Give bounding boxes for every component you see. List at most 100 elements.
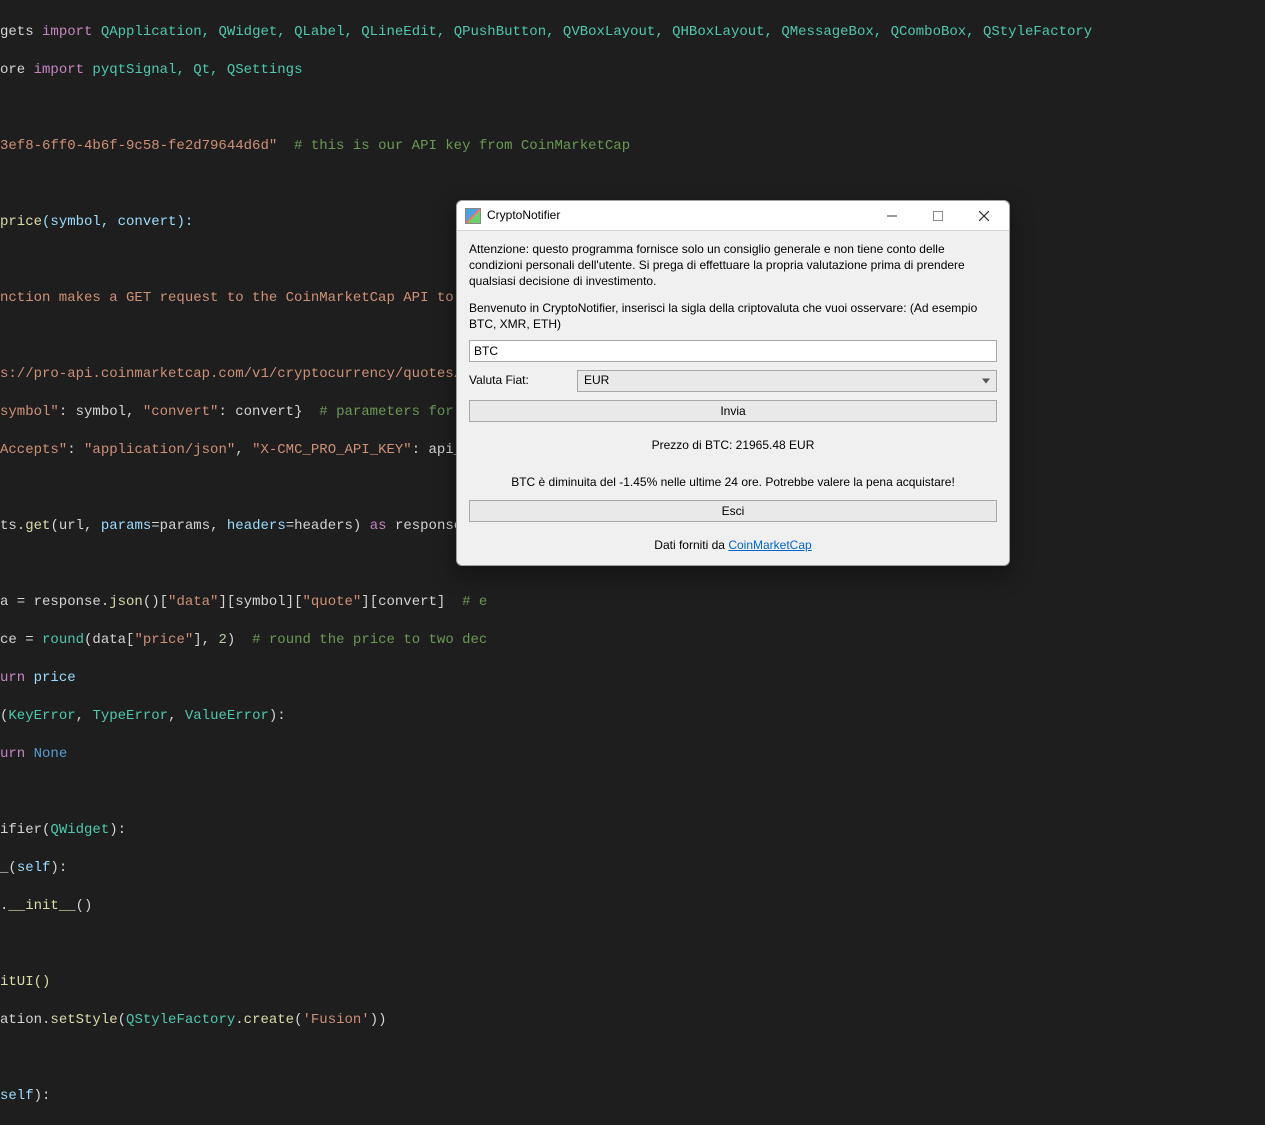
- code-text: =headers): [286, 518, 370, 534]
- code-text: ):: [34, 1088, 51, 1104]
- code-method: create: [244, 1012, 294, 1028]
- code-string: 'Fusion': [303, 1012, 370, 1028]
- code-text: ][symbol][: [218, 594, 302, 610]
- minimize-icon: [887, 211, 897, 221]
- code-text: (data[: [84, 632, 134, 648]
- coinmarketcap-link[interactable]: CoinMarketCap: [728, 538, 811, 552]
- code-string: "price": [134, 632, 193, 648]
- code-class: QStyleFactory: [126, 1012, 235, 1028]
- code-text: pyqtSignal, Qt, QSettings: [84, 62, 302, 78]
- code-text: .: [235, 1012, 243, 1028]
- code-param: headers: [227, 518, 286, 534]
- chevron-down-icon: [982, 378, 990, 383]
- code-text: a = response.: [0, 594, 109, 610]
- footer-prefix: Dati forniti da: [654, 538, 728, 552]
- code-text: )): [370, 1012, 387, 1028]
- fiat-label: Valuta Fiat:: [469, 371, 577, 390]
- code-text: ore: [0, 62, 34, 78]
- code-var: price: [34, 670, 76, 686]
- code-class: QWidget: [50, 822, 109, 838]
- app-icon: [465, 208, 481, 224]
- crypto-notifier-dialog: CryptoNotifier Attenzione: questo progra…: [456, 200, 1010, 566]
- code-text: :: [67, 442, 84, 458]
- code-text: ],: [193, 632, 218, 648]
- code-text: (): [76, 898, 93, 914]
- code-builtin: round: [42, 632, 84, 648]
- code-string: "application/json": [84, 442, 235, 458]
- code-const: None: [34, 746, 68, 762]
- code-builtin: TypeError: [92, 708, 168, 724]
- code-text: : symbol,: [59, 404, 143, 420]
- code-comment: # e: [445, 594, 487, 610]
- exit-button[interactable]: Esci: [469, 500, 997, 522]
- code-keyword: import: [42, 24, 92, 40]
- code-text: ):: [109, 822, 126, 838]
- code-text: QApplication, QWidget, QLabel, QLineEdit…: [92, 24, 1092, 40]
- code-text: ation.: [0, 1012, 50, 1028]
- code-string: 3ef8-6ff0-4b6f-9c58-fe2d79644d6d": [0, 138, 277, 154]
- footer-text: Dati forniti da CoinMarketCap: [469, 536, 997, 555]
- code-method: setStyle: [50, 1012, 117, 1028]
- code-param: params: [101, 518, 151, 534]
- code-comment: # this is our API key from CoinMarketCap: [277, 138, 630, 154]
- fiat-select[interactable]: EUR: [577, 370, 997, 392]
- code-number: 2: [218, 632, 226, 648]
- code-string: "quote": [302, 594, 361, 610]
- dialog-titlebar[interactable]: CryptoNotifier: [457, 201, 1009, 231]
- maximize-icon: [933, 211, 943, 221]
- code-keyword: urn: [0, 746, 34, 762]
- price-text: Prezzo di BTC: 21965.48 EUR: [469, 436, 997, 455]
- code-self: self: [0, 1088, 34, 1104]
- code-builtin: ValueError: [185, 708, 269, 724]
- code-text: gets: [0, 24, 42, 40]
- code-text: ):: [269, 708, 286, 724]
- code-text: ce =: [0, 632, 42, 648]
- code-text: (: [118, 1012, 126, 1028]
- code-text: .: [0, 898, 8, 914]
- code-method: itUI(): [0, 974, 50, 990]
- close-icon: [979, 211, 989, 221]
- code-text: ,: [235, 442, 252, 458]
- maximize-button[interactable]: [915, 201, 961, 231]
- code-string: symbol": [0, 404, 59, 420]
- code-params: (symbol, convert):: [42, 214, 193, 230]
- code-comment: # round the price to two dec: [235, 632, 487, 648]
- minimize-button[interactable]: [869, 201, 915, 231]
- warning-text: Attenzione: questo programma fornisce so…: [469, 241, 997, 290]
- code-text: ()[: [143, 594, 168, 610]
- code-builtin: KeyError: [8, 708, 75, 724]
- code-method: json: [109, 594, 143, 610]
- code-text: ][convert]: [361, 594, 445, 610]
- code-text: ifier(: [0, 822, 50, 838]
- close-button[interactable]: [961, 201, 1007, 231]
- code-keyword: urn: [0, 670, 34, 686]
- code-text: ):: [50, 860, 67, 876]
- fiat-select-value: EUR: [584, 371, 609, 390]
- code-method: get: [25, 518, 50, 534]
- code-func: price: [0, 214, 42, 230]
- dialog-title: CryptoNotifier: [487, 206, 869, 225]
- welcome-text: Benvenuto in CryptoNotifier, inserisci l…: [469, 300, 997, 332]
- code-self: self: [17, 860, 51, 876]
- code-text: ,: [76, 708, 93, 724]
- code-text: (url,: [50, 518, 100, 534]
- symbol-input[interactable]: [469, 340, 997, 362]
- code-keyword: import: [34, 62, 84, 78]
- code-string: "convert": [143, 404, 219, 420]
- code-keyword: as: [370, 518, 387, 534]
- code-text: ,: [168, 708, 185, 724]
- code-string: Accepts": [0, 442, 67, 458]
- code-text: (: [0, 708, 8, 724]
- code-text: _(: [0, 860, 17, 876]
- code-text: ): [227, 632, 235, 648]
- code-method: __init__: [8, 898, 75, 914]
- dialog-body: Attenzione: questo programma fornisce so…: [457, 231, 1009, 565]
- code-text: (: [294, 1012, 302, 1028]
- code-text: : convert}: [218, 404, 302, 420]
- code-string: "X-CMC_PRO_API_KEY": [252, 442, 412, 458]
- send-button[interactable]: Invia: [469, 400, 997, 422]
- code-text: ts.: [0, 518, 25, 534]
- code-text: =params,: [151, 518, 227, 534]
- code-string: "data": [168, 594, 218, 610]
- code-string: s://pro-api.coinmarketcap.com/v1/cryptoc…: [0, 366, 521, 382]
